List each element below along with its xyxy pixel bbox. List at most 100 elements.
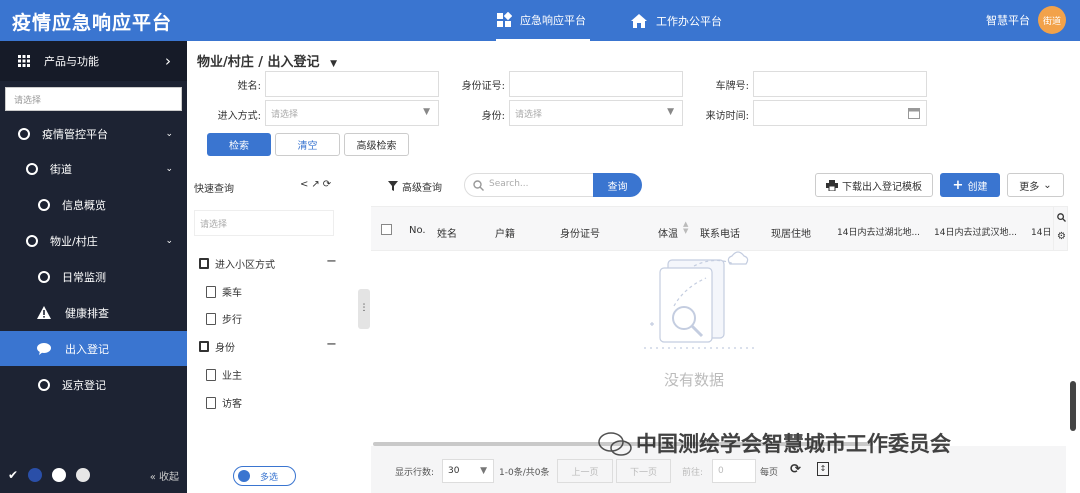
goto-page-input[interactable]: 0	[712, 459, 756, 483]
sidebar-item-entry-register[interactable]: 出入登记	[0, 331, 187, 366]
rows-value: 30	[448, 466, 460, 476]
search-icon[interactable]	[1057, 213, 1066, 222]
theme-dot-white[interactable]	[52, 468, 67, 482]
refresh-icon[interactable]: ⟳	[323, 179, 334, 190]
visit-time-input[interactable]	[753, 100, 927, 126]
calendar-icon	[908, 108, 920, 119]
more-button[interactable]: 更多 ⌄	[1007, 173, 1064, 197]
prev-page-button[interactable]: 上一页	[557, 459, 613, 483]
tree-item-on-foot[interactable]: 步行	[206, 311, 242, 326]
sidebar-item-street[interactable]: 街道 ⌄	[0, 151, 187, 186]
entry-method-label: 进入方式:	[217, 111, 261, 122]
tree-group-label: 身份	[215, 343, 235, 354]
advanced-search-button[interactable]: 高级检索	[344, 133, 409, 156]
products-label: 产品与功能	[44, 55, 99, 68]
column-id-number[interactable]: 身份证号	[560, 225, 600, 240]
collapse-left-icon[interactable]: <	[300, 179, 311, 190]
plate-label: 车牌号:	[715, 81, 749, 92]
avatar[interactable]: 街道	[1038, 6, 1066, 34]
tab-emergency-response[interactable]: 应急响应平台	[496, 0, 590, 41]
filter-icon	[388, 181, 398, 191]
tree-group-entry-method[interactable]: 进入小区方式	[199, 256, 275, 271]
column-household[interactable]: 户籍	[495, 225, 515, 240]
sidebar-item-daily-monitor[interactable]: 日常监测	[0, 259, 187, 294]
sort-icon[interactable]: ▲ ▼	[683, 221, 688, 235]
tree-item-label: 步行	[222, 315, 242, 326]
products-menu[interactable]: 产品与功能 ›	[0, 41, 187, 81]
download-template-label: 下载出入登记模板	[842, 181, 922, 193]
expand-icon[interactable]: ↗	[311, 179, 322, 190]
quick-query-title: 快速查询	[194, 184, 234, 195]
panel-splitter-handle[interactable]: ⋮	[358, 289, 370, 329]
fit-height-icon[interactable]: ↕	[817, 462, 829, 476]
theme-dot-blue[interactable]	[28, 468, 43, 482]
gear-icon[interactable]: ⚙	[1057, 231, 1066, 242]
top-bar: 疫情应急响应平台 应急响应平台 工作办公平台 智慧平台 街道	[0, 0, 1080, 41]
search-button[interactable]: 检索	[207, 133, 271, 156]
chevron-down-icon: ⌄	[165, 235, 173, 246]
column-no[interactable]: No.	[409, 225, 426, 236]
check-icon[interactable]: ✔	[8, 468, 18, 482]
refresh-icon[interactable]: ⟳	[790, 462, 801, 477]
column-14d-more[interactable]: 14日	[1031, 225, 1051, 238]
tree-item-by-car[interactable]: 乘车	[206, 284, 242, 299]
document-icon	[206, 312, 216, 325]
vertical-scrollbar[interactable]	[1070, 381, 1076, 431]
grid-search-input[interactable]: Search...	[464, 173, 594, 197]
name-input[interactable]	[265, 71, 439, 97]
tab-office[interactable]: 工作办公平台	[630, 0, 722, 41]
advanced-query-button[interactable]: 高级查询	[388, 174, 442, 198]
rows-per-page-select[interactable]: 30 ▼	[442, 459, 494, 483]
sidebar-item-label: 信息概览	[62, 198, 106, 212]
identity-select[interactable]: 请选择 ▼	[509, 100, 683, 126]
column-hubei-14d[interactable]: 14日内去过湖北地...	[837, 225, 920, 238]
multi-select-toggle[interactable]: 多选	[233, 466, 296, 486]
grid-search-placeholder: Search...	[489, 179, 529, 189]
select-all-checkbox[interactable]	[381, 224, 392, 235]
sidebar-item-health-check[interactable]: 健康排查	[0, 295, 187, 330]
sidebar-item-epidemic-control[interactable]: 疫情管控平台 ⌄	[0, 116, 187, 151]
circle-icon	[18, 127, 30, 140]
tree-item-label: 业主	[222, 371, 242, 382]
entry-placeholder: 请选择	[271, 110, 299, 120]
collapse-label: 收起	[159, 471, 179, 483]
create-button[interactable]: + 创建	[940, 173, 1000, 197]
download-template-button[interactable]: 下载出入登记模板	[815, 173, 933, 197]
wechat-icon	[598, 432, 632, 456]
sidebar-item-label: 返京登记	[62, 378, 106, 392]
quick-query-search-input[interactable]: 请选择	[194, 210, 334, 236]
sidebar-item-property-village[interactable]: 物业/村庄 ⌄	[0, 223, 187, 258]
breadcrumb[interactable]: 物业/村庄 / 出入登记 ▼	[197, 51, 337, 70]
plate-input[interactable]	[753, 71, 927, 97]
collapse-minus-icon[interactable]: −	[326, 254, 337, 269]
tree-item-visitor[interactable]: 访客	[206, 395, 242, 410]
visit-time-label: 来访时间:	[705, 111, 749, 122]
tree-group-identity[interactable]: 身份	[199, 339, 235, 354]
multi-select-label: 多选	[260, 472, 279, 483]
entry-method-select[interactable]: 请选择 ▼	[265, 100, 439, 126]
watermark: 中国测绘学会智慧城市工作委员会	[598, 428, 951, 458]
column-name[interactable]: 姓名	[437, 225, 457, 240]
identity-placeholder: 请选择	[515, 110, 543, 120]
next-page-button[interactable]: 下一页	[616, 459, 671, 483]
sidebar-search-input[interactable]: 请选择	[5, 87, 182, 111]
theme-dot-gray[interactable]	[76, 468, 91, 482]
tree-item-owner[interactable]: 业主	[206, 367, 242, 382]
tree-item-label: 乘车	[222, 288, 242, 299]
clear-button[interactable]: 清空	[275, 133, 340, 156]
chat-icon	[37, 342, 51, 355]
sidebar-item-info-overview[interactable]: 信息概览	[0, 187, 187, 222]
query-button[interactable]: 查询	[593, 173, 642, 197]
collapse-button[interactable]: « 收起	[150, 468, 179, 483]
column-wuhan-14d[interactable]: 14日内去过武汉地...	[934, 225, 1017, 238]
collapse-minus-icon[interactable]: −	[326, 337, 337, 352]
column-phone[interactable]: 联系电话	[700, 225, 740, 240]
column-residence[interactable]: 现居住地	[771, 225, 811, 240]
platform-label[interactable]: 智慧平台	[986, 12, 1030, 28]
caret-down-icon: ▼	[330, 59, 338, 69]
sidebar: 产品与功能 › 请选择 疫情管控平台 ⌄ 街道 ⌄ 信息概览 物业/村庄 ⌄ 日…	[0, 41, 187, 493]
id-number-input[interactable]	[509, 71, 683, 97]
sidebar-item-return-register[interactable]: 返京登记	[0, 367, 187, 402]
column-temperature[interactable]: 体温	[658, 225, 678, 240]
sidebar-item-label: 出入登记	[65, 342, 109, 356]
